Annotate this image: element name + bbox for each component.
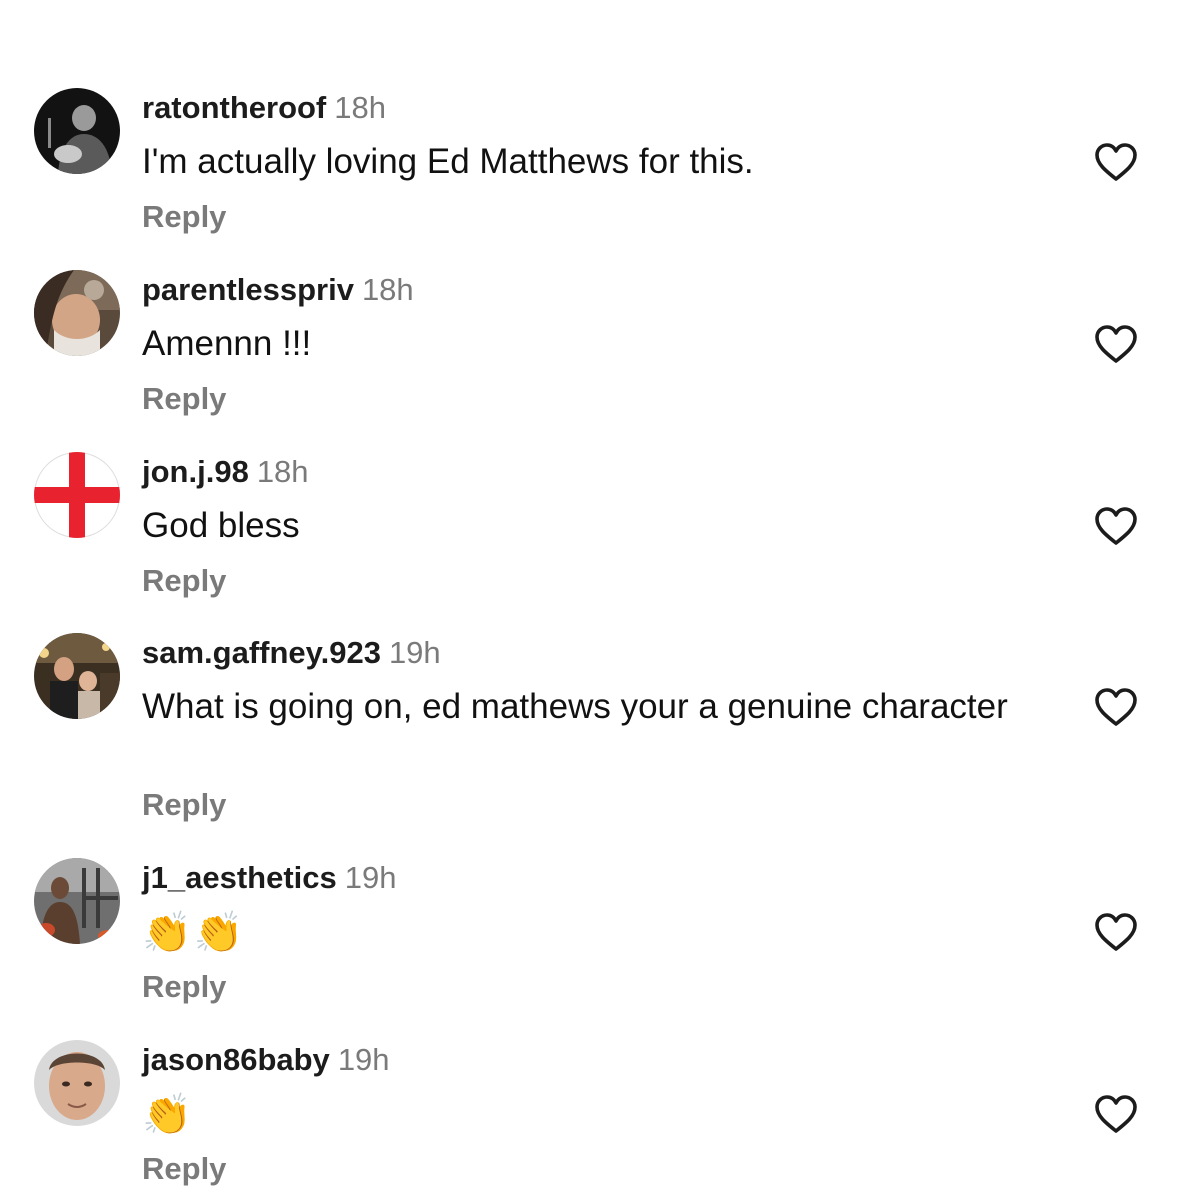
avatar[interactable] bbox=[34, 452, 120, 538]
heart-outline-icon[interactable] bbox=[1093, 323, 1139, 365]
username[interactable]: jon.j.98 bbox=[142, 454, 249, 489]
comment-text: What is going on, ed mathews your a genu… bbox=[142, 687, 1008, 726]
timestamp: 18h bbox=[361, 272, 414, 307]
username[interactable]: jason86baby bbox=[142, 1042, 330, 1077]
avatar[interactable] bbox=[34, 88, 120, 174]
heart-outline-icon[interactable] bbox=[1093, 505, 1139, 547]
timestamp: 19h bbox=[337, 1042, 390, 1077]
reply-button[interactable]: Reply bbox=[142, 1151, 226, 1187]
comment-text: Amennn !!! bbox=[142, 324, 312, 363]
comment-meta: j1_aesthetics 19h bbox=[142, 860, 396, 896]
heart-outline-icon[interactable] bbox=[1093, 686, 1139, 728]
avatar[interactable] bbox=[34, 858, 120, 944]
reply-button[interactable]: Reply bbox=[142, 969, 226, 1005]
reply-button[interactable]: Reply bbox=[142, 381, 226, 417]
reply-button[interactable]: Reply bbox=[142, 199, 226, 235]
timestamp: 19h bbox=[344, 860, 397, 895]
timestamp: 18h bbox=[334, 90, 386, 125]
comment-text: 👏👏 bbox=[142, 910, 246, 956]
heart-outline-icon[interactable] bbox=[1093, 911, 1139, 953]
heart-outline-icon[interactable] bbox=[1093, 1093, 1139, 1135]
comment-meta: parentlesspriv 18h bbox=[142, 272, 414, 308]
reply-button[interactable]: Reply bbox=[142, 563, 226, 599]
comment-text: God bless bbox=[142, 506, 300, 545]
avatar[interactable] bbox=[34, 270, 120, 356]
username[interactable]: sam.gaffney.923 bbox=[142, 635, 381, 670]
comment-text: I'm actually loving Ed Matthews for this… bbox=[142, 142, 754, 181]
comment-meta: jason86baby 19h bbox=[142, 1042, 390, 1078]
timestamp: 18h bbox=[256, 454, 309, 489]
username[interactable]: parentlesspriv bbox=[142, 272, 354, 307]
comment-text: 👏 bbox=[142, 1092, 194, 1138]
comment-meta: sam.gaffney.923 19h bbox=[142, 635, 441, 671]
comment-meta: ratontheroof 18h bbox=[142, 90, 386, 126]
timestamp: 19h bbox=[388, 635, 441, 670]
username[interactable]: ratontheroof bbox=[142, 90, 326, 125]
reply-button[interactable]: Reply bbox=[142, 787, 226, 823]
avatar[interactable] bbox=[34, 1040, 120, 1126]
comment-meta: jon.j.98 18h bbox=[142, 454, 309, 490]
username[interactable]: j1_aesthetics bbox=[142, 860, 337, 895]
avatar[interactable] bbox=[34, 633, 120, 719]
heart-outline-icon[interactable] bbox=[1093, 141, 1139, 183]
